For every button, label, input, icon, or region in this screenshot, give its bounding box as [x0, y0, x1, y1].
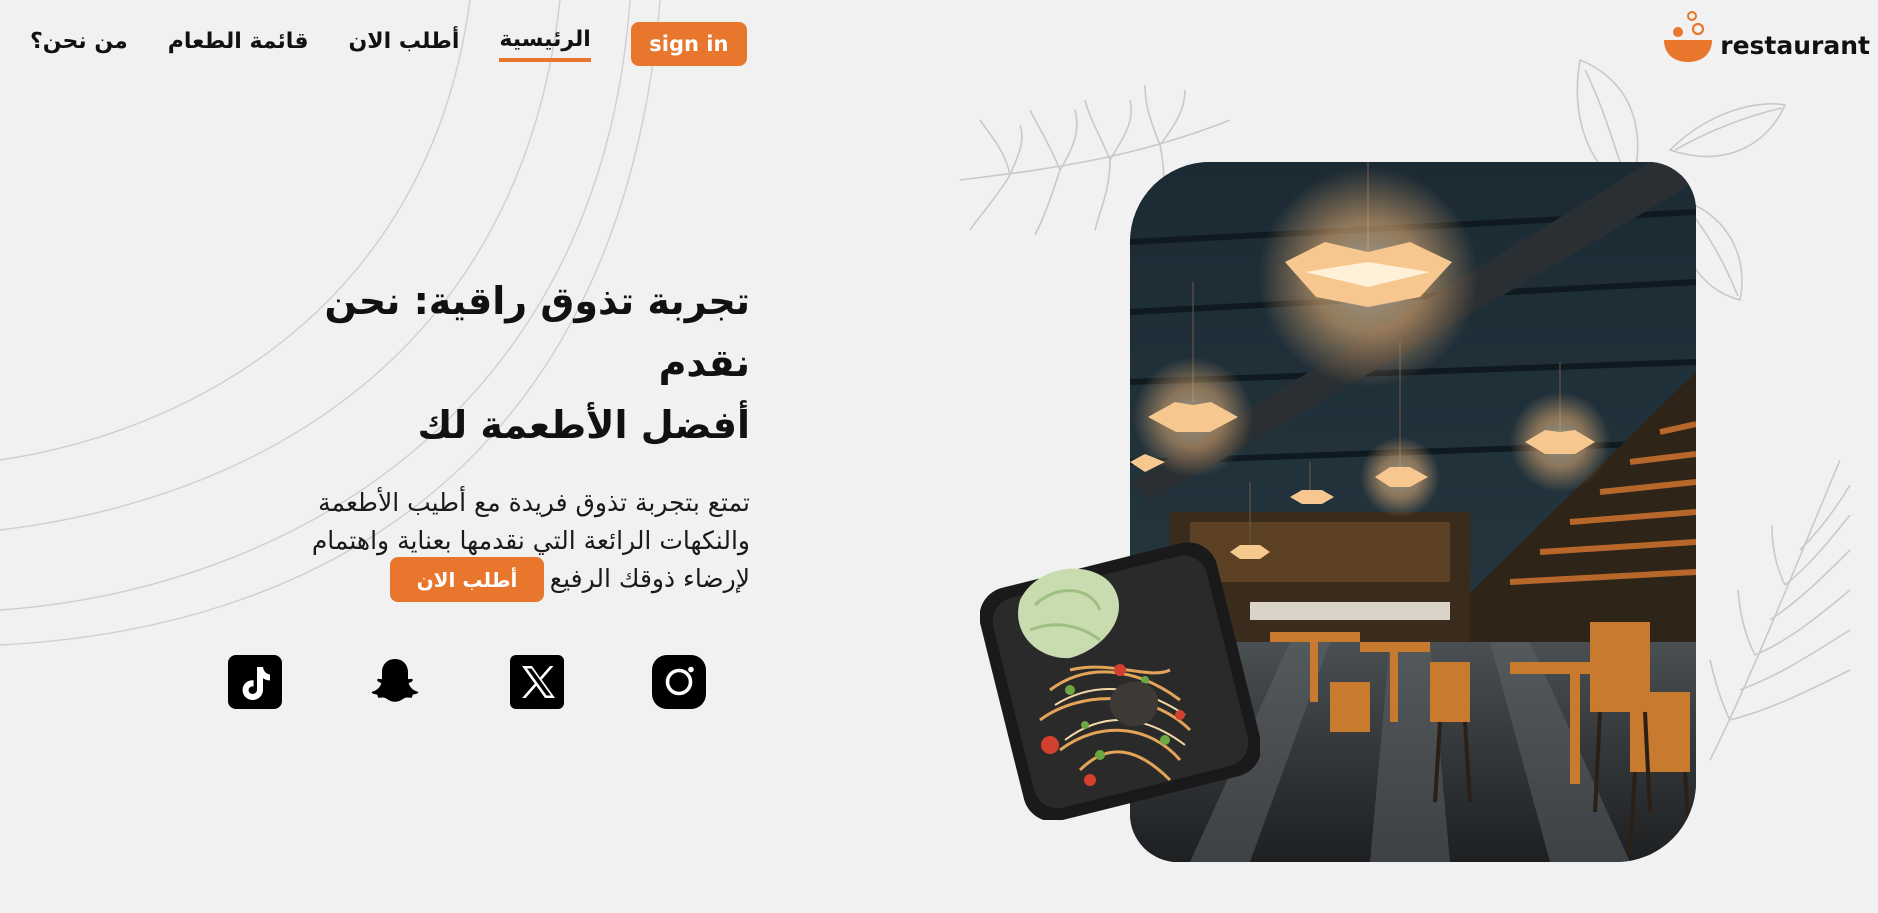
brand-name: restaurant: [1720, 30, 1870, 60]
hero-subtitle-line1: تمتع بتجربة تذوق فريدة مع أطيب الأطعمة: [318, 488, 750, 517]
nav-link-menu[interactable]: قائمة الطعام: [168, 29, 309, 60]
social-links: [0, 655, 760, 711]
nav-link-about[interactable]: من نحن؟: [30, 29, 128, 60]
fern-sketch-decoration: [1709, 459, 1851, 761]
hero-title-line1: تجربة تذوق راقية: نحن نقدم: [324, 279, 751, 385]
sign-in-button[interactable]: sign in: [630, 22, 747, 66]
tiktok-icon[interactable]: [228, 655, 282, 709]
bowl-logo-icon: [1664, 11, 1713, 62]
hero-text: تجربة تذوق راقية: نحن نقدم أفضل الأطعمة …: [230, 270, 750, 598]
hero-subtitle-line2: والنكهات الرائعة التي نقدمها بعناية واهت…: [311, 526, 750, 555]
nav-link-order[interactable]: أطلب الان: [348, 29, 459, 60]
brand[interactable]: restaurant: [1662, 10, 1870, 66]
nav-link-home[interactable]: الرئيسية: [499, 27, 591, 62]
hero-title-line2: أفضل الأطعمة لك: [417, 403, 750, 447]
hero-title: تجربة تذوق راقية: نحن نقدم أفضل الأطعمة …: [230, 270, 751, 456]
snapchat-icon[interactable]: [368, 655, 422, 709]
top-navigation: من نحن؟ قائمة الطعام أطلب الان الرئيسية …: [0, 0, 1878, 90]
instagram-icon[interactable]: [652, 655, 706, 709]
x-twitter-icon[interactable]: [510, 655, 564, 709]
order-now-button[interactable]: أطلب الان: [390, 557, 544, 602]
papaya-salad-plate-image: [980, 542, 1260, 820]
nav-links: من نحن؟ قائمة الطعام أطلب الان الرئيسية …: [30, 22, 747, 66]
